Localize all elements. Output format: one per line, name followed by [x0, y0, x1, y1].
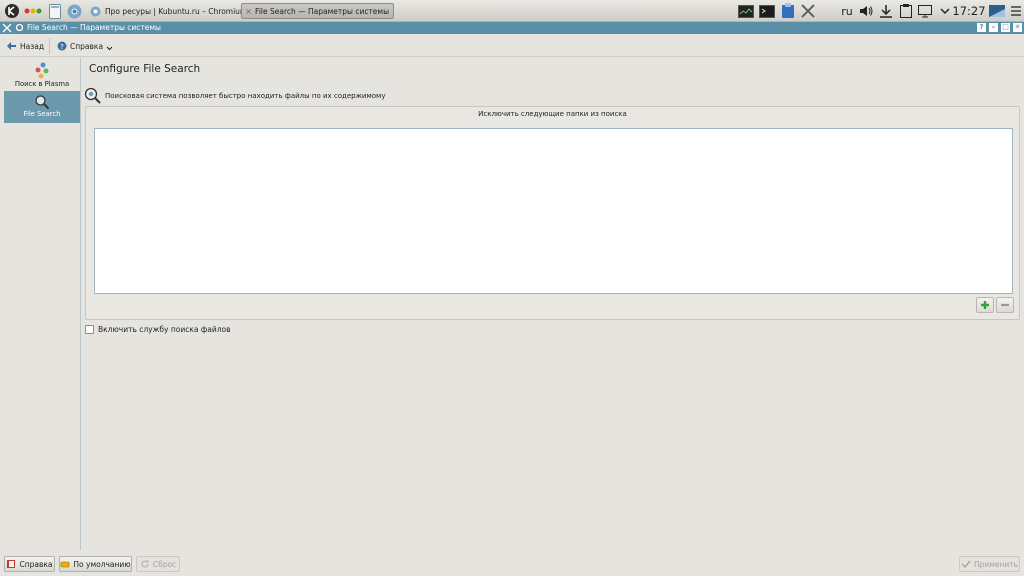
apply-check-icon	[961, 560, 971, 569]
task-label: File Search — Параметры системы	[255, 6, 389, 16]
show-desktop-icon[interactable]	[989, 3, 1005, 19]
sidebar-item-label: Поиск в Plasma	[14, 80, 70, 88]
help-book-icon	[7, 560, 16, 568]
keyboard-layout[interactable]: ru	[840, 3, 854, 19]
toolbar-divider	[49, 38, 50, 54]
enable-file-search-row[interactable]: Включить службу поиска файлов	[85, 325, 231, 334]
download-icon[interactable]	[878, 3, 894, 19]
description-text: Поисковая система позволяет быстро наход…	[105, 91, 386, 100]
toolbar: Назад ? Справка	[0, 35, 1024, 57]
volume-icon[interactable]	[858, 3, 874, 19]
footer-help-label: Справка	[19, 559, 53, 569]
sidebar: Поиск в Plasma File Search	[3, 58, 81, 550]
svg-text:?: ?	[60, 43, 64, 51]
back-arrow-icon	[7, 42, 16, 50]
sidebar-item-file-search[interactable]: File Search	[4, 91, 80, 123]
file-search-icon	[84, 87, 101, 104]
chromium-icon[interactable]	[66, 3, 82, 19]
maximize-button[interactable]: □	[1001, 23, 1010, 32]
window-dots-icon[interactable]	[24, 3, 44, 19]
back-button[interactable]: Назад	[6, 38, 44, 54]
page-title: Configure File Search	[89, 63, 201, 75]
menu-lines-icon[interactable]	[1008, 3, 1024, 19]
enable-file-search-checkbox[interactable]	[85, 325, 94, 334]
reset-icon	[141, 560, 149, 568]
sidebar-item-plasma-search[interactable]: Поиск в Plasma	[4, 62, 80, 92]
display-icon[interactable]	[917, 3, 933, 19]
apply-button[interactable]: Применить	[959, 556, 1020, 572]
footer-help-button[interactable]: Справка	[4, 556, 55, 572]
reset-label: Сброс	[152, 559, 177, 569]
defaults-button[interactable]: По умолчанию	[59, 556, 132, 572]
system-settings-icon	[2, 23, 12, 35]
chevron-down-icon	[106, 46, 113, 50]
minus-icon	[1001, 303, 1009, 307]
system-monitor-icon[interactable]	[738, 3, 754, 19]
enable-file-search-label[interactable]: Включить службу поиска файлов	[98, 325, 231, 334]
task-chromium[interactable]: Про ресуры | Kubuntu.ru – Chromium	[86, 3, 251, 19]
defaults-icon	[61, 561, 70, 568]
excluded-folders-list[interactable]	[94, 128, 1013, 294]
close-button[interactable]: ✕	[1013, 23, 1022, 32]
window-title: File Search — Параметры системы	[27, 23, 161, 32]
terminal-icon[interactable]	[759, 3, 775, 19]
defaults-label: По умолчанию	[73, 559, 131, 569]
tools-icon[interactable]	[800, 3, 816, 19]
window-titlebar[interactable]: File Search — Параметры системы ? – □ ✕	[0, 22, 1024, 34]
apply-label: Применить	[973, 559, 1019, 569]
kde-menu-icon[interactable]	[4, 3, 20, 19]
exclude-group-title: Исключить следующие папки из поиска	[478, 110, 627, 118]
reset-button[interactable]: Сброс	[136, 556, 180, 572]
exclude-folders-group: Исключить следующие папки из поиска	[85, 106, 1020, 320]
system-settings-icon	[246, 8, 251, 14]
minimize-button[interactable]: –	[989, 23, 998, 32]
help-menu-button[interactable]: ? Справка	[57, 38, 113, 54]
back-label: Назад	[20, 41, 45, 51]
help-icon: ?	[57, 41, 67, 51]
help-title-button[interactable]: ?	[977, 23, 986, 32]
description-row: Поисковая система позволяет быстро наход…	[84, 87, 385, 104]
chromium-small-icon	[90, 6, 101, 16]
plasma-search-icon	[35, 62, 49, 79]
remove-folder-button[interactable]	[996, 297, 1014, 313]
sidebar-item-label: File Search	[23, 110, 61, 118]
chevron-down-icon[interactable]	[937, 3, 953, 19]
file-manager-icon[interactable]	[47, 3, 63, 19]
task-file-search[interactable]: File Search — Параметры системы	[241, 3, 394, 19]
pin-icon[interactable]	[15, 23, 24, 34]
software-center-icon[interactable]	[780, 3, 796, 19]
magnifier-icon	[35, 95, 50, 110]
help-label: Справка	[70, 41, 104, 51]
clipboard-icon[interactable]	[898, 3, 914, 19]
plus-icon	[981, 301, 989, 309]
add-folder-button[interactable]	[976, 297, 994, 313]
clock[interactable]: 17:27	[952, 3, 986, 19]
taskbar: Про ресуры | Kubuntu.ru – Chromium File …	[0, 0, 1024, 22]
task-label: Про ресуры | Kubuntu.ru – Chromium	[105, 6, 248, 16]
